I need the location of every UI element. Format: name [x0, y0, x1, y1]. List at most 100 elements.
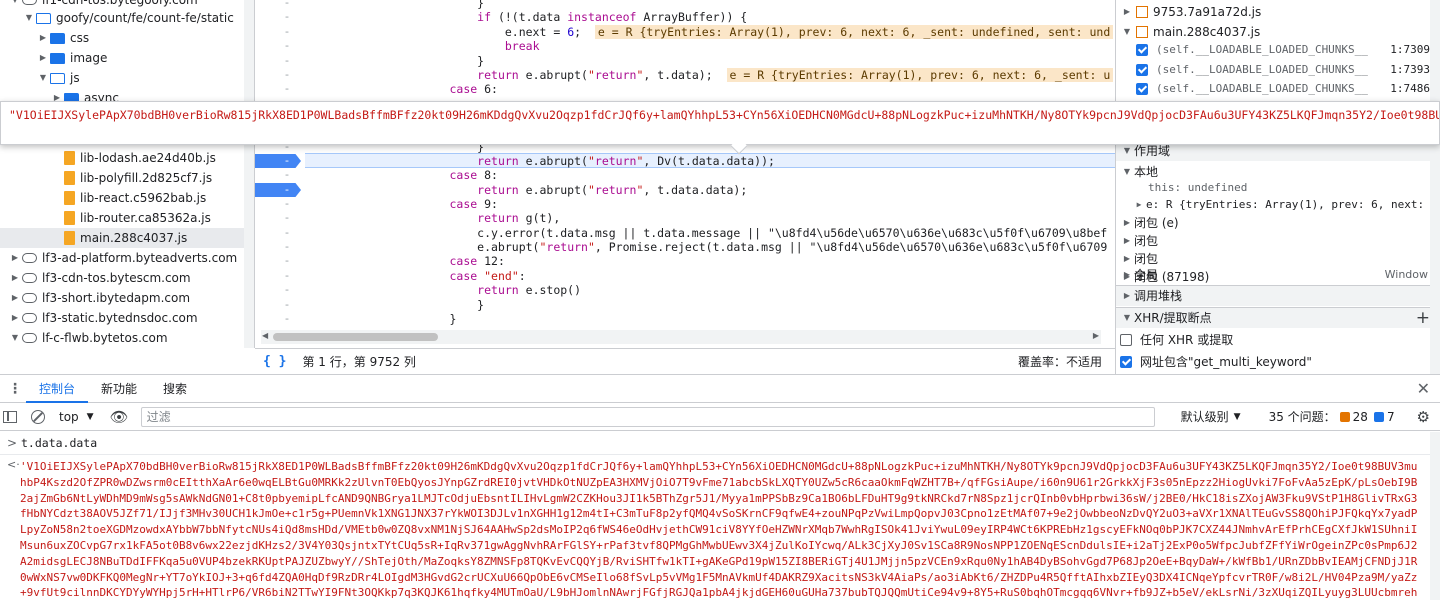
- tree-item[interactable]: lib-router.ca85362a.js: [0, 208, 254, 228]
- global-label: 全局: [1134, 268, 1159, 282]
- tree-item[interactable]: lib-react.c5962bab.js: [0, 188, 254, 208]
- console-filter-input[interactable]: 过滤: [140, 406, 1155, 427]
- clear-console-icon[interactable]: [31, 409, 45, 424]
- code-editor[interactable]: ---------------------- } if (!(t.data in…: [255, 0, 1115, 348]
- console-drawer: ⋮ 控制台 新功能 搜索 ✕ top ▼ 👁 过滤 默认级别 ▼ 35 个问题： 2…: [0, 374, 1440, 600]
- breakpoint-entry[interactable]: (self.__LOADABLE_LOADED_CHUNKS__ 1:7309: [1136, 40, 1440, 60]
- tree-item[interactable]: ▶ lf3-short.ibytedapm.com: [0, 288, 254, 308]
- code-line: return e.stop(): [477, 283, 582, 297]
- tree-item[interactable]: lib-lodash.ae24d40b.js: [0, 148, 254, 168]
- context-selector[interactable]: top ▼: [59, 410, 94, 424]
- line-gutter[interactable]: ----------------------: [255, 0, 305, 330]
- gutter-marker[interactable]: -: [255, 25, 305, 39]
- log-level-dropdown[interactable]: 默认级别 ▼: [1181, 408, 1241, 425]
- tree-item[interactable]: ▶ css: [0, 28, 254, 48]
- sidebar-scrollbar[interactable]: [1430, 0, 1440, 374]
- breakpoint-marker[interactable]: -: [255, 183, 301, 197]
- tree-item[interactable]: ▶ lf3-ad-platform.byteadverts.com: [0, 248, 254, 268]
- breakpoint-checkbox[interactable]: [1136, 64, 1148, 76]
- close-drawer-icon[interactable]: ✕: [1417, 379, 1430, 398]
- console-toolbar: top ▼ 👁 过滤 默认级别 ▼ 35 个问题： 28 7 ⚙: [0, 403, 1440, 431]
- gutter-marker[interactable]: -: [255, 240, 305, 254]
- tree-scrollbar[interactable]: [244, 0, 254, 348]
- xhr-url-option[interactable]: 网址包含"get_multi_keyword": [1120, 352, 1440, 372]
- tree-item[interactable]: ▶ image: [0, 48, 254, 68]
- code-line: }: [311, 312, 457, 326]
- tree-item[interactable]: ▶ lf3-cdn-tos.bytescm.com: [0, 268, 254, 288]
- gutter-marker[interactable]: -: [255, 254, 305, 268]
- xhr-any-option[interactable]: 任何 XHR 或提取: [1120, 330, 1440, 350]
- scroll-left-arrow-icon[interactable]: ◀: [262, 331, 268, 340]
- tree-item[interactable]: lib-polyfill.2d825cf7.js: [0, 168, 254, 188]
- breakpoint-entry[interactable]: (self.__LOADABLE_LOADED_CHUNKS__ 1:7486: [1136, 79, 1440, 99]
- expand-arrow-right-icon: ▶: [39, 33, 47, 42]
- context-label: top: [59, 409, 79, 424]
- code-line: break: [504, 39, 540, 53]
- tree-item[interactable]: ▼ goofy/count/fe/count-fe/static: [0, 8, 254, 28]
- code-line: e.next = 6; e = R {tryEntries: Array(1),…: [311, 25, 1114, 39]
- breakpoint-checkbox[interactable]: [1136, 83, 1148, 95]
- gutter-marker[interactable]: -: [255, 298, 305, 312]
- drawer-tab[interactable]: 搜索: [150, 375, 200, 403]
- expand-arrow-down-icon: ▼: [11, 333, 19, 342]
- expand-arrow-right-icon: ▶: [11, 313, 19, 322]
- breakpoint-file-group[interactable]: ▼ main.288c4037.js: [1122, 22, 1440, 42]
- expand-arrow-right-icon: ▶: [39, 53, 47, 62]
- closure-scope[interactable]: ▶ 闭包: [1122, 231, 1440, 251]
- gutter-marker[interactable]: -: [255, 68, 305, 82]
- tree-item-label: lf3-cdn-tos.bytescm.com: [42, 271, 191, 285]
- js-file-icon: [1136, 26, 1148, 38]
- breakpoint-entry[interactable]: (self.__LOADABLE_LOADED_CHUNKS__ 1:7393: [1136, 60, 1440, 80]
- expand-arrow-right-icon: ▶: [1123, 291, 1131, 300]
- console-scrollbar[interactable]: [1430, 432, 1440, 600]
- cloud-icon: [22, 273, 37, 283]
- add-xhr-breakpoint-icon[interactable]: +: [1416, 308, 1430, 328]
- gutter-marker[interactable]: -: [255, 54, 305, 68]
- scope-e[interactable]: ▶ e: R {tryEntries: Array(1), prev: 6, ne…: [1134, 195, 1440, 215]
- live-expression-eye-icon[interactable]: 👁: [110, 408, 129, 426]
- drawer-tab[interactable]: 控制台: [26, 375, 89, 403]
- gutter-marker[interactable]: -: [255, 82, 305, 96]
- expand-arrow-right-icon: ▶: [1123, 270, 1131, 279]
- gutter-marker[interactable]: -: [255, 0, 305, 10]
- closure-scope[interactable]: ▶ 闭包 (e): [1122, 213, 1440, 233]
- gutter-marker[interactable]: -: [255, 226, 305, 240]
- cursor-position: 第 1 行，第 9752 列: [302, 355, 416, 369]
- tree-item[interactable]: ▶ lf3-static.bytednsdoc.com: [0, 308, 254, 328]
- callstack-section[interactable]: ▶ 调用堆栈: [1116, 285, 1440, 306]
- gutter-marker[interactable]: -: [255, 197, 305, 211]
- gutter-marker[interactable]: -: [255, 10, 305, 24]
- gutter-marker[interactable]: -: [255, 312, 305, 326]
- xhr-any-checkbox[interactable]: [1120, 334, 1132, 346]
- cloud-icon: [22, 0, 37, 5]
- breakpoint-marker[interactable]: -: [255, 154, 301, 168]
- drawer-tab[interactable]: 新功能: [88, 375, 150, 403]
- breakpoint-checkbox[interactable]: [1136, 44, 1148, 56]
- tree-item[interactable]: ▼ lf-c-flwb.bytetos.com: [0, 328, 254, 348]
- tree-item[interactable]: ▼ js: [0, 68, 254, 88]
- breakpoint-file-group[interactable]: ▶ 9753.7a91a72d.js: [1122, 2, 1440, 22]
- gutter-marker[interactable]: -: [255, 269, 305, 283]
- scroll-right-arrow-icon[interactable]: ▶: [1093, 331, 1099, 340]
- sidebar-toggle-icon[interactable]: [3, 410, 17, 423]
- issues-counter[interactable]: 35 个问题： 28 7: [1269, 408, 1395, 425]
- tree-item[interactable]: main.288c4037.js: [0, 228, 254, 248]
- gutter-marker[interactable]: -: [255, 168, 305, 182]
- drawer-menu-icon[interactable]: ⋮: [8, 381, 26, 397]
- gear-icon[interactable]: ⚙: [1417, 408, 1430, 426]
- code-line: case 9:: [449, 197, 498, 211]
- global-scope[interactable]: ▶ 全局 Window: [1122, 265, 1440, 285]
- pretty-print-icon[interactable]: { }: [263, 354, 286, 369]
- expand-arrow-right-icon: ▶: [11, 293, 19, 302]
- xhr-url-checkbox[interactable]: [1120, 356, 1132, 368]
- gutter-marker[interactable]: -: [255, 211, 305, 225]
- code-line: }: [311, 298, 485, 312]
- gutter-marker[interactable]: -: [255, 283, 305, 297]
- editor-horizontal-scrollbar[interactable]: ◀ ▶: [261, 330, 1101, 344]
- code-line: case 8:: [449, 168, 498, 182]
- scrollbar-thumb[interactable]: [273, 333, 438, 341]
- gutter-marker[interactable]: -: [255, 39, 305, 53]
- tooltip-value: "V1OiEIJXSylePApX70bdBH0verBioRw815jRkX8…: [9, 108, 1439, 122]
- code-line: case 12:: [449, 254, 505, 268]
- xhr-section[interactable]: ▼ XHR/提取断点 +: [1116, 307, 1440, 328]
